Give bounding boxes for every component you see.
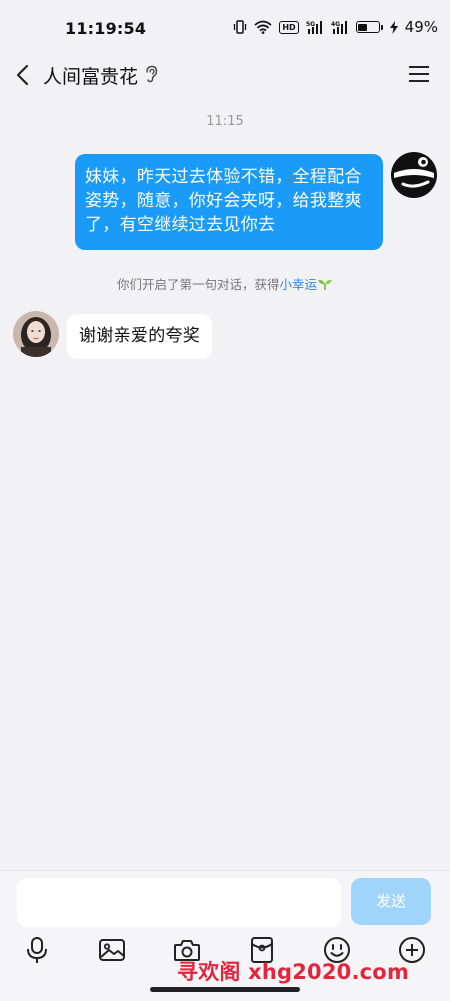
watermark-text: 寻欢阁 xhg2020.com (177, 960, 410, 984)
battery-icon (355, 21, 383, 33)
hd-icon: HD (279, 20, 299, 34)
back-button[interactable] (12, 61, 36, 89)
composer-bar: 发送 寻欢阁 xhg2020.com (0, 870, 450, 1001)
message-timestamp: 11:15 (206, 114, 244, 129)
menu-button[interactable] (408, 64, 430, 88)
chat-title[interactable]: 人间富贵花 (43, 62, 138, 89)
home-indicator[interactable] (150, 987, 300, 992)
incoming-message-bubble[interactable]: 谢谢亲爱的夸奖 (67, 314, 213, 359)
ear-icon[interactable] (144, 65, 158, 87)
avatar-face-icon (391, 152, 437, 198)
battery-percent: 49% (404, 18, 438, 36)
image-icon[interactable] (97, 935, 127, 965)
status-icons: HD 5G 4G 49% (233, 18, 438, 36)
system-notice-text: 你们开启了第一句对话，获得 (116, 277, 280, 292)
my-avatar[interactable] (390, 151, 438, 199)
outgoing-message-bubble[interactable]: 妹妹，昨天过去体验不错，全程配合姿势，随意，你好会夹呀，给我整爽了，有空继续过去… (75, 154, 383, 250)
send-button[interactable]: 发送 (351, 878, 431, 925)
wifi-icon (254, 20, 272, 34)
svg-text:5G: 5G (306, 21, 315, 28)
status-bar: 11:19:54 HD 5G 4G 49% (0, 0, 450, 56)
message-input[interactable] (17, 878, 341, 927)
svg-text:4G: 4G (331, 21, 340, 28)
hamburger-menu-icon (409, 66, 429, 82)
chevron-left-icon (16, 64, 29, 86)
status-time: 11:19:54 (65, 19, 147, 38)
system-notice: 你们开启了第一句对话，获得小幸运 (0, 274, 450, 293)
charging-icon (389, 20, 398, 34)
avatar-photo (13, 311, 59, 357)
signal-5g-icon: 5G (306, 20, 324, 34)
vibrate-icon (233, 20, 247, 34)
microphone-icon[interactable] (22, 935, 52, 965)
sprout-icon (317, 277, 333, 292)
signal-4g-icon: 4G (331, 20, 349, 34)
chat-header: 人间富贵花 (0, 56, 450, 96)
contact-avatar[interactable] (13, 311, 59, 357)
lucky-link[interactable]: 小幸运 (280, 277, 318, 292)
